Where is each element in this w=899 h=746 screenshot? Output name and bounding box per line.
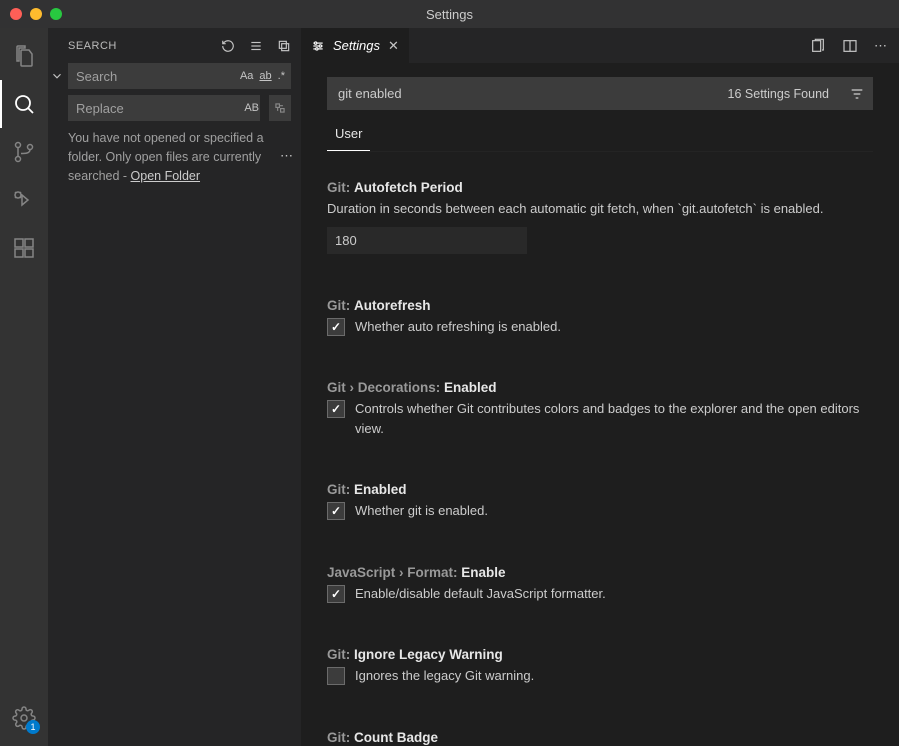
more-actions-icon[interactable]: ⋯ [874, 38, 887, 54]
setting-checkbox[interactable] [327, 400, 345, 418]
toggle-replace-icon[interactable] [50, 69, 64, 83]
search-empty-message: You have not opened or specified a folde… [48, 121, 301, 193]
refresh-icon[interactable] [221, 39, 235, 53]
setting-checkbox[interactable] [327, 502, 345, 520]
search-icon [12, 92, 36, 116]
more-options-icon[interactable]: ⋯ [280, 148, 293, 164]
setting-item: Git: Enabled Whether git is enabled. [327, 482, 873, 521]
minimize-window-button[interactable] [30, 8, 42, 20]
replace-all-button[interactable] [269, 95, 291, 121]
settings-list: Git: Autofetch Period Duration in seconds… [327, 152, 873, 746]
activity-debug[interactable] [0, 176, 48, 224]
split-editor-icon[interactable] [842, 38, 858, 54]
setting-checkbox-row: Controls whether Git contributes colors … [327, 399, 873, 438]
sidebar-title: SEARCH [68, 40, 117, 52]
extensions-icon [12, 236, 36, 260]
setting-label: Git: Enabled [327, 482, 873, 497]
setting-checkbox-row: Whether git is enabled. [327, 501, 873, 521]
search-sidebar: SEARCH Aa ab .* AB [48, 28, 301, 746]
setting-description: Duration in seconds between each automat… [327, 199, 873, 219]
setting-name: Count Badge [354, 730, 438, 745]
settings-scope-tabs: User [327, 122, 873, 152]
open-folder-link[interactable]: Open Folder [131, 169, 200, 183]
setting-description: Whether git is enabled. [355, 501, 488, 521]
main-layout: 1 SEARCH Aa ab .* [0, 28, 899, 746]
preserve-case-icon[interactable]: AB [244, 102, 259, 114]
debug-icon [12, 188, 36, 212]
setting-name: Ignore Legacy Warning [354, 647, 503, 662]
setting-checkbox-row: Ignores the legacy Git warning. [327, 666, 873, 686]
setting-item: Git: Ignore Legacy Warning Ignores the le… [327, 647, 873, 686]
tab-label: Settings [333, 38, 380, 53]
setting-value-input[interactable] [327, 227, 527, 254]
titlebar: Settings [0, 0, 899, 28]
setting-description: Ignores the legacy Git warning. [355, 666, 534, 686]
setting-checkbox-row: Enable/disable default JavaScript format… [327, 584, 873, 604]
setting-label: Git: Ignore Legacy Warning [327, 647, 873, 662]
activity-bar: 1 [0, 28, 48, 746]
setting-label: Git: Autofetch Period [327, 180, 873, 195]
setting-category: JavaScript › Format: [327, 565, 461, 580]
setting-label: Git: Autorefresh [327, 298, 873, 313]
setting-checkbox[interactable] [327, 318, 345, 336]
tab-close-button[interactable]: ✕ [388, 38, 399, 54]
tab-bar: Settings ✕ ⋯ [301, 28, 899, 63]
window-controls [0, 8, 62, 20]
setting-category: Git: [327, 180, 354, 195]
filter-icon[interactable] [849, 86, 865, 102]
setting-name: Enabled [444, 380, 497, 395]
setting-category: Git: [327, 482, 354, 497]
tab-settings[interactable]: Settings ✕ [301, 28, 409, 63]
sidebar-header: SEARCH [48, 28, 301, 63]
activity-explorer[interactable] [0, 32, 48, 80]
replace-input[interactable] [68, 95, 260, 121]
setting-description: Whether auto refreshing is enabled. [355, 317, 561, 337]
setting-name: Enable [461, 565, 505, 580]
activity-settings[interactable]: 1 [0, 694, 48, 742]
clear-results-icon[interactable] [249, 39, 263, 53]
regex-icon[interactable]: .* [278, 70, 285, 82]
settings-tab-icon [311, 39, 325, 53]
setting-label: JavaScript › Format: Enable [327, 565, 873, 580]
match-whole-word-icon[interactable]: ab [259, 70, 271, 82]
setting-name: Autofetch Period [354, 180, 463, 195]
setting-checkbox[interactable] [327, 667, 345, 685]
match-case-icon[interactable]: Aa [240, 70, 253, 82]
setting-item: Git: Autofetch Period Duration in seconds… [327, 180, 873, 254]
setting-item: Git › Decorations: Enabled Controls wheth… [327, 380, 873, 438]
activity-source-control[interactable] [0, 128, 48, 176]
window-title: Settings [426, 7, 473, 22]
setting-checkbox-row: Whether auto refreshing is enabled. [327, 317, 873, 337]
setting-category: Git: [327, 730, 354, 745]
activity-extensions[interactable] [0, 224, 48, 272]
settings-results-count: 16 Settings Found [722, 87, 835, 101]
setting-checkbox[interactable] [327, 585, 345, 603]
files-icon [12, 44, 36, 68]
activity-search[interactable] [0, 80, 48, 128]
setting-category: Git: [327, 647, 354, 662]
setting-category: Git: [327, 298, 354, 313]
open-changes-icon[interactable] [810, 38, 826, 54]
setting-item: JavaScript › Format: Enable Enable/disabl… [327, 565, 873, 604]
setting-category: Git › Decorations: [327, 380, 444, 395]
maximize-window-button[interactable] [50, 8, 62, 20]
setting-label: Git: Count Badge [327, 730, 873, 745]
setting-description: Controls whether Git contributes colors … [355, 399, 873, 438]
setting-name: Autorefresh [354, 298, 431, 313]
editor-area: Settings ✕ ⋯ 16 Settings Found User Git:… [301, 28, 899, 746]
scope-tab-user[interactable]: User [327, 122, 370, 151]
setting-description: Enable/disable default JavaScript format… [355, 584, 606, 604]
setting-item: Git: Count BadgeControls the Git count b… [327, 730, 873, 746]
setting-item: Git: Autorefresh Whether auto refreshing … [327, 298, 873, 337]
new-editor-icon[interactable] [277, 39, 291, 53]
branch-icon [12, 140, 36, 164]
settings-editor: 16 Settings Found User Git: Autofetch Pe… [301, 63, 899, 746]
replace-all-icon [273, 101, 287, 115]
close-window-button[interactable] [10, 8, 22, 20]
setting-name: Enabled [354, 482, 407, 497]
settings-badge: 1 [26, 720, 40, 734]
setting-label: Git › Decorations: Enabled [327, 380, 873, 395]
